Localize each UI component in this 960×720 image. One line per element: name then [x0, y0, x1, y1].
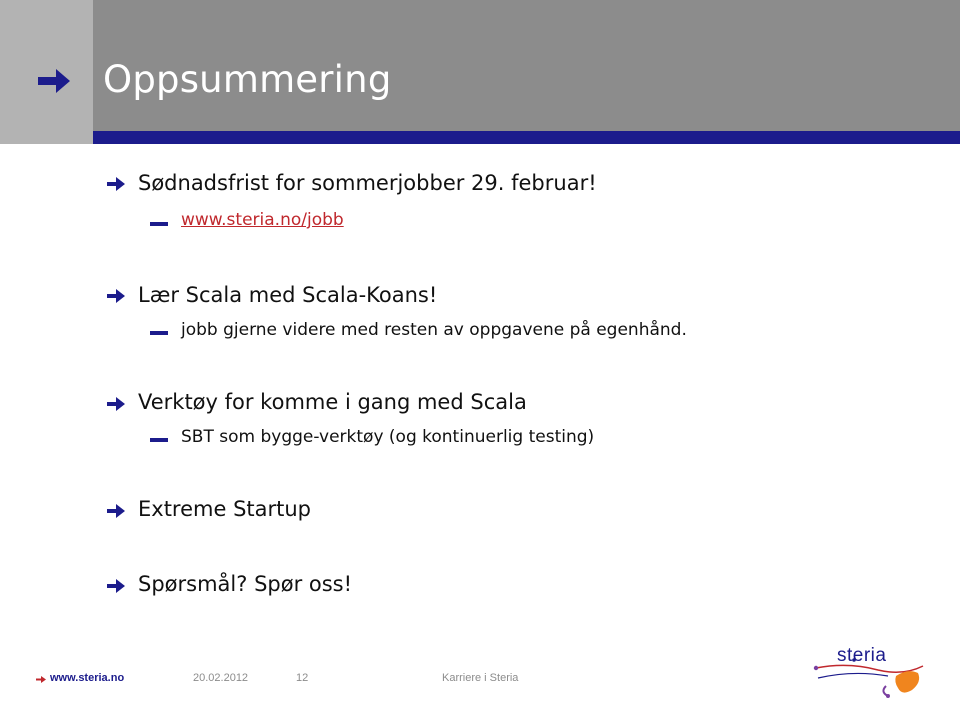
- jobb-link[interactable]: www.steria.no/jobb: [181, 210, 344, 230]
- sub-bullet-item-3: SBT som bygge-verktøy (og kontinuerlig t…: [181, 427, 595, 447]
- bullet-item-2: Lær Scala med Scala-Koans!: [138, 283, 438, 307]
- sub-bullet-item-2: jobb gjerne videre med resten av oppgave…: [181, 320, 687, 340]
- header-accent-line: [0, 131, 960, 144]
- footer-site[interactable]: www.steria.no: [50, 672, 124, 684]
- arrow-right-icon: [107, 397, 125, 411]
- dash-icon: [150, 331, 168, 335]
- footer-arrow-icon: [36, 676, 46, 683]
- header-accent-line-left: [0, 131, 93, 144]
- arrow-right-icon: [107, 177, 125, 191]
- arrow-right-icon: [38, 69, 70, 93]
- sub-bullet-link[interactable]: www.steria.no/jobb: [181, 210, 344, 230]
- bullet-item-4: Extreme Startup: [138, 497, 312, 521]
- footer-date: 20.02.2012: [193, 672, 249, 684]
- dash-icon: [150, 222, 168, 226]
- bullet-item-5: Spørsmål? Spør oss!: [138, 572, 353, 596]
- arrow-right-icon: [107, 289, 125, 303]
- bullet-item-3: Verktøy for komme i gang med Scala: [138, 390, 527, 414]
- arrow-right-icon: [107, 504, 125, 518]
- footer-page-number: 12: [296, 672, 309, 684]
- slide-title: Oppsummering: [103, 58, 392, 101]
- arrow-right-icon: [107, 579, 125, 593]
- footer-topic: Karriere i Steria: [442, 672, 519, 684]
- bullet-item-1: Sødnadsfrist for sommerjobber 29. februa…: [138, 171, 597, 195]
- logo-text: steria: [837, 645, 887, 666]
- dash-icon: [150, 438, 168, 442]
